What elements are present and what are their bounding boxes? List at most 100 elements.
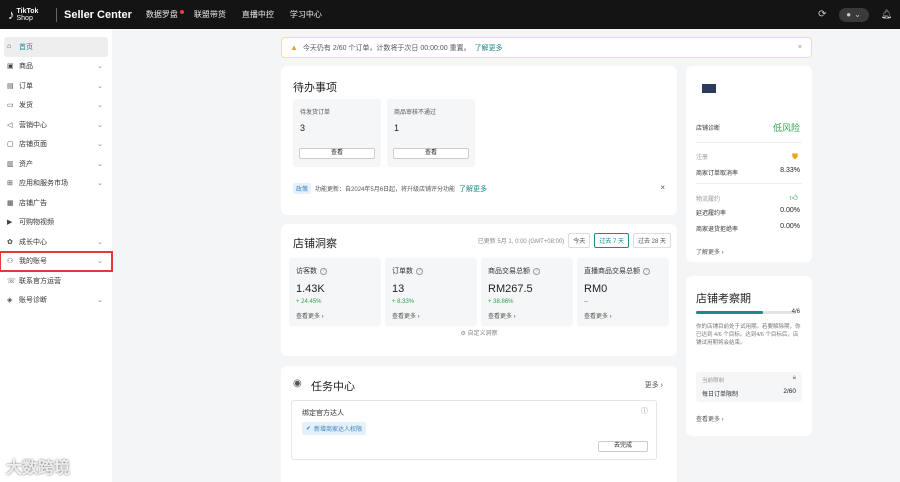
nav-live-control[interactable]: 直播中控 xyxy=(242,9,274,20)
todo-value: 3 xyxy=(300,123,306,133)
probation-progress-fill xyxy=(696,311,763,314)
limit-item: 每日订单限制 xyxy=(702,392,739,398)
tiktok-shop-logo[interactable]: ♪ TikTok Shop xyxy=(0,7,56,22)
divider xyxy=(696,183,802,184)
task-more-link[interactable]: 更多 › xyxy=(645,380,663,390)
probation-description: 你的店铺目前处于试用期。若要解除期，你已达到 4/6 个目标。达到4/6 个目标… xyxy=(696,324,801,346)
wallet-icon: ▥ xyxy=(7,160,14,168)
store-icon: ▢ xyxy=(7,141,14,149)
help-icon[interactable]: ? xyxy=(643,267,650,275)
sidebar-item-products[interactable]: ▣ 商品 ⌄ xyxy=(0,57,112,77)
todo-card: 待办事项 待发货订单 3 查看 商品审核不通过 1 查看 政策 功能更新：自20… xyxy=(281,66,677,215)
stat-label: 订单数 xyxy=(392,268,413,275)
refresh-icon[interactable]: ⟳ xyxy=(818,9,826,20)
stat-view-more-link[interactable]: 查看更多 › xyxy=(584,311,662,320)
task-item: 绑定官方达人 ✔ 新增商家达人权限 ⓘ 去完成 xyxy=(291,400,657,460)
sidebar-item-home[interactable]: ⌂ 首页 xyxy=(4,37,108,57)
range-today[interactable]: 今天 xyxy=(568,233,591,248)
stat-orders[interactable]: 订单数? 13 + 8.33% 查看更多 › xyxy=(385,258,477,326)
sidebar: ⌂ 首页 ▣ 商品 ⌄ ▤ 订单 ⌄ ▭ 发货 ⌄ ◁ 营销中心 ⌄ ▢ 店铺页面 ⌄ ▥ 资产 ⌄ ⊞ 应… xyxy=(0,29,113,482)
range-28-days[interactable]: 过去 28 天 xyxy=(632,233,671,248)
sidebar-item-orders[interactable]: ▤ 订单 ⌄ xyxy=(0,76,112,96)
sidebar-item-shoppable-video[interactable]: ▶ 可购物视频 xyxy=(0,213,112,233)
sidebar-item-shipping[interactable]: ▭ 发货 ⌄ xyxy=(0,96,112,116)
sidebar-item-store-ads[interactable]: ▦ 店铺广告 xyxy=(0,193,112,213)
range-7-days[interactable]: 过去 7 天 xyxy=(594,233,629,248)
todo-box-pending-shipment[interactable]: 待发货订单 3 查看 xyxy=(293,99,381,167)
health-status: 低风险 xyxy=(772,123,800,133)
shop-health-card: 店铺诊断 低风险 注册 ⛊ 商家订单取消率 8.33% 物流履约 👍︎ 延迟履约… xyxy=(686,66,812,262)
close-icon[interactable]: × xyxy=(798,44,802,51)
user-icon: ⚇ xyxy=(7,258,14,266)
go-complete-button[interactable]: 去完成 xyxy=(598,441,648,452)
stat-visitors[interactable]: 访客数? 1.43K + 24.45% 查看更多 › xyxy=(289,258,381,326)
help-icon[interactable]: ? xyxy=(416,267,423,275)
sidebar-item-marketing[interactable]: ◁ 营销中心 ⌄ xyxy=(0,115,112,135)
chat-menu[interactable]: ● ⌄ xyxy=(838,7,869,22)
sidebar-item-contact-support[interactable]: ☏ 联系官方运营 xyxy=(0,271,112,291)
probation-view-more-link[interactable]: 查看更多 › xyxy=(696,414,724,423)
sidebar-item-store-page[interactable]: ▢ 店铺页面 ⌄ xyxy=(0,135,112,155)
chevron-down-icon: ⌄ xyxy=(97,141,103,149)
nav-data-compass[interactable]: 数据罗盘 xyxy=(146,9,184,20)
metric-group-label: 注册 xyxy=(696,155,709,161)
nav-affiliate[interactable]: 联盟带货 xyxy=(194,9,226,20)
custom-insights-link[interactable]: ⚙ 自定义洞察 xyxy=(281,328,677,337)
stat-change: + 38.86% xyxy=(488,299,514,305)
sidebar-item-account-diagnosis[interactable]: ◈ 账号诊断 ⌄ xyxy=(0,291,112,311)
growth-icon: ✿ xyxy=(7,238,13,246)
chevron-down-icon: ⌄ xyxy=(97,82,103,90)
sidebar-item-growth-center[interactable]: ✿ 成长中心 ⌄ xyxy=(0,232,112,252)
help-icon[interactable]: ⓘ xyxy=(641,406,648,416)
chevron-down-icon: ⌄ xyxy=(97,121,103,129)
stat-value: 1.43K xyxy=(296,283,325,295)
probation-progress-bar xyxy=(696,311,796,314)
todo-label: 待发货订单 xyxy=(300,110,331,116)
notification-dot xyxy=(179,10,184,14)
stat-view-more-link[interactable]: 查看更多 › xyxy=(488,311,566,320)
todo-title: 待办事项 xyxy=(293,82,337,94)
divider xyxy=(56,7,57,22)
date-range-selector: 已更新 5月 1, 0:00 (GMT+08:00) 今天 过去 7 天 过去 … xyxy=(478,233,671,248)
sidebar-item-my-account[interactable]: ⚇ 我的账号 ⌄ xyxy=(0,250,113,272)
banner-text: 今天仍有 2/60 个订单，计数将于次日 00:00:00 重置。 xyxy=(302,44,471,52)
bell-icon[interactable]: 🔔︎ xyxy=(881,9,892,20)
limit-label: 当前限制 xyxy=(702,378,725,384)
help-icon[interactable]: ? xyxy=(533,267,540,275)
task-center-card: ◉ 任务中心 更多 › 绑定官方达人 ✔ 新增商家达人权限 ⓘ 去完成 xyxy=(281,366,677,482)
health-learn-more-link[interactable]: 了解更多 › xyxy=(696,247,724,256)
stat-change: + 8.33% xyxy=(392,299,415,305)
metric-value: 0.00% xyxy=(780,207,800,214)
policy-notice-text: 功能更新：自2024年5月6日起，将升级店铺评分功能 xyxy=(315,187,456,193)
store-insights-card: 店铺洞察 已更新 5月 1, 0:00 (GMT+08:00) 今天 过去 7 … xyxy=(281,224,677,356)
logo-text-tiktok: TikTok xyxy=(16,7,39,15)
sidebar-item-app-market[interactable]: ⊞ 应用和服务市场 ⌄ xyxy=(0,174,112,194)
help-icon[interactable]: ? xyxy=(320,267,327,275)
megaphone-icon: ◁ xyxy=(7,121,13,129)
stat-view-more-link[interactable]: 查看更多 › xyxy=(392,311,470,320)
divider xyxy=(696,142,802,143)
warning-icon: ▲ xyxy=(290,43,298,52)
stat-change: + 24.45% xyxy=(296,299,322,305)
apps-icon: ⊞ xyxy=(7,180,13,188)
banner-learn-more-link[interactable]: 了解更多 xyxy=(475,43,503,53)
insights-title: 店铺洞察 xyxy=(293,238,337,250)
stat-change: -- xyxy=(584,299,588,305)
stat-live-gmv[interactable]: 直播商品交易总额? RM0 -- 查看更多 › xyxy=(577,258,669,326)
thumbs-up-icon: 👍︎ xyxy=(789,193,798,202)
todo-box-rejected-products[interactable]: 商品审核不通过 1 查看 xyxy=(387,99,475,167)
stat-value: 13 xyxy=(392,283,405,295)
policy-learn-more-link[interactable]: 了解更多 xyxy=(459,184,487,194)
sidebar-item-assets[interactable]: ▥ 资产 ⌄ xyxy=(0,154,112,174)
view-button[interactable]: 查看 xyxy=(299,148,375,159)
stat-view-more-link[interactable]: 查看更多 › xyxy=(296,311,374,320)
view-button[interactable]: 查看 xyxy=(393,148,469,159)
shield-icon: ⛊ xyxy=(792,152,798,161)
close-icon[interactable]: × xyxy=(660,183,665,192)
stat-value: RM0 xyxy=(584,283,608,295)
nav-learning-center[interactable]: 学习中心 xyxy=(290,9,322,20)
order-icon: ▤ xyxy=(7,82,14,90)
stat-gmv[interactable]: 商品交易总额? RM267.5 + 38.86% 查看更多 › xyxy=(481,258,573,326)
brand-title[interactable]: Seller Center xyxy=(64,9,132,21)
chevron-down-icon: ⌄ xyxy=(97,102,103,110)
